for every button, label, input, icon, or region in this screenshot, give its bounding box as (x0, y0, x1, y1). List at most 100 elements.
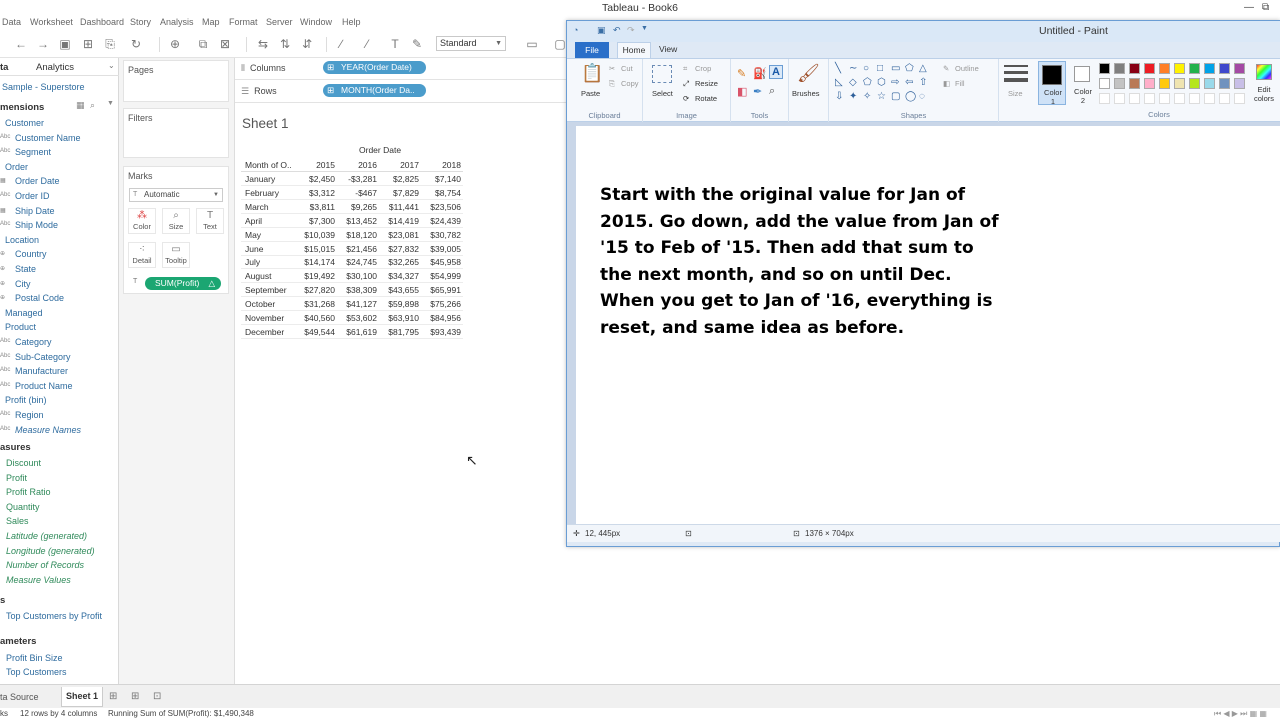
undo-icon[interactable]: ← (14, 37, 28, 51)
dimension-field[interactable]: Region (15, 410, 44, 420)
worksheet-view[interactable]: Sheet 1 Order Date Month of O.. 2015 201… (235, 105, 567, 684)
save-icon[interactable]: ▣ (597, 25, 606, 36)
month-label[interactable]: June (245, 244, 263, 254)
search-icon[interactable]: ⌕ (90, 100, 95, 111)
palette-swatch-empty[interactable] (1129, 93, 1140, 104)
month-label[interactable]: September (245, 285, 287, 295)
table-cell[interactable]: $31,268 (293, 299, 335, 309)
dimension-field[interactable]: Manufacturer (15, 366, 68, 376)
table-cell[interactable]: $7,140 (419, 174, 461, 184)
paint-window[interactable]: ◔ ▣ ↶ ↷ ▼ Untitled - Paint File Home Vie… (566, 20, 1280, 547)
table-cell[interactable]: $19,492 (293, 271, 335, 281)
palette-swatch[interactable] (1099, 63, 1110, 74)
table-cell[interactable]: $49,544 (293, 327, 335, 337)
measure-field[interactable]: Measure Values (6, 575, 71, 585)
parameter-item[interactable]: Profit Bin Size (6, 653, 63, 663)
crop-button[interactable]: Crop (695, 64, 711, 73)
table-cell[interactable]: $2,825 (377, 174, 419, 184)
palette-swatch[interactable] (1219, 78, 1230, 89)
table-cell[interactable]: $24,439 (419, 216, 461, 226)
menu-window[interactable]: Window (300, 17, 332, 27)
palette-swatch[interactable] (1144, 63, 1155, 74)
palette-swatch[interactable] (1189, 63, 1200, 74)
palette-swatch-empty[interactable] (1219, 93, 1230, 104)
rotate-button[interactable]: Rotate (695, 94, 717, 103)
tab-view[interactable]: View (659, 44, 677, 54)
menu-story[interactable]: Story (130, 17, 151, 27)
filters-shelf[interactable]: Filters (123, 108, 229, 158)
brushes-button[interactable]: Brushes (792, 89, 820, 98)
table-cell[interactable]: $30,100 (335, 271, 377, 281)
tab-file[interactable]: File (575, 42, 609, 58)
shape-option-icon[interactable]: ◯ (905, 91, 916, 102)
pause-updates-icon[interactable]: ⎘ (103, 37, 117, 51)
month-label[interactable]: April (245, 216, 262, 226)
palette-swatch[interactable] (1159, 78, 1170, 89)
resize-button[interactable]: Resize (695, 79, 718, 88)
month-label[interactable]: May (245, 230, 261, 240)
palette-swatch-empty[interactable] (1234, 93, 1245, 104)
fill-button[interactable]: Fill (955, 79, 965, 88)
shape-option-icon[interactable]: ▭ (891, 63, 900, 74)
cut-icon[interactable]: ✂ (609, 64, 615, 73)
shape-option-icon[interactable]: □ (877, 63, 883, 74)
palette-swatch[interactable] (1099, 78, 1110, 89)
table-cell[interactable]: $9,265 (335, 202, 377, 212)
copy-icon[interactable]: ⎘ (609, 79, 615, 89)
table-cell[interactable]: $75,266 (419, 299, 461, 309)
restore-button[interactable]: ⧉ (1262, 0, 1269, 16)
shape-option-icon[interactable]: ⇨ (891, 77, 899, 88)
shape-option-icon[interactable]: ⬡ (877, 77, 886, 88)
highlight-icon[interactable]: ∕ (334, 37, 348, 51)
shape-option-icon[interactable]: ◺ (835, 77, 843, 88)
tab-analytics[interactable]: Analytics (36, 62, 74, 73)
paint-app-icon[interactable]: ◔ (573, 25, 578, 35)
sort-ascending-icon[interactable]: ⇅ (278, 37, 292, 51)
menu-format[interactable]: Format (229, 17, 258, 27)
dimension-field[interactable]: Profit (bin) (5, 395, 47, 405)
table-cell[interactable]: $65,991 (419, 285, 461, 295)
table-cell[interactable]: $14,419 (377, 216, 419, 226)
table-cell[interactable]: $45,958 (419, 257, 461, 267)
palette-swatch[interactable] (1174, 78, 1185, 89)
measure-field[interactable]: Quantity (6, 502, 40, 512)
shape-option-icon[interactable]: ◌ (919, 91, 925, 102)
palette-swatch[interactable] (1129, 78, 1140, 89)
table-cell[interactable]: $14,174 (293, 257, 335, 267)
new-data-source-icon[interactable]: ⊞ (81, 37, 95, 51)
new-story-icon[interactable]: ⊡ (153, 691, 161, 702)
table-cell[interactable]: $59,898 (377, 299, 419, 309)
show-cards-icon[interactable]: ▭ (525, 37, 539, 51)
copy-button[interactable]: Copy (621, 79, 639, 88)
dimension-field[interactable]: Category (15, 337, 52, 347)
table-cell[interactable]: $8,754 (419, 188, 461, 198)
month-label[interactable]: July (245, 257, 260, 267)
table-cell[interactable]: $40,560 (293, 313, 335, 323)
group-icon[interactable]: ⁄ (360, 37, 374, 51)
dimension-field[interactable]: Measure Names (15, 425, 81, 435)
chevron-down-icon[interactable]: ▼ (641, 25, 648, 32)
table-cell[interactable]: $3,811 (293, 202, 335, 212)
palette-swatch[interactable] (1204, 78, 1215, 89)
palette-swatch[interactable] (1114, 63, 1125, 74)
table-cell[interactable]: $84,956 (419, 313, 461, 323)
shape-option-icon[interactable]: ○ (863, 63, 869, 74)
chevron-down-icon[interactable]: ▼ (107, 100, 114, 107)
rotate-icon[interactable]: ⟳ (683, 94, 689, 103)
dimension-field[interactable]: Order Date (15, 176, 60, 186)
tab-home[interactable]: Home (617, 42, 651, 58)
menu-help[interactable]: Help (342, 17, 361, 27)
magnifier-icon[interactable]: ⌕ (769, 85, 775, 98)
dimension-field[interactable]: Sub-Category (15, 352, 71, 362)
row-header-month[interactable]: Month of O.. (245, 160, 292, 170)
fit-dropdown[interactable]: Standard ▼ (436, 36, 506, 51)
select-icon[interactable] (652, 65, 672, 83)
palette-swatch[interactable] (1234, 78, 1245, 89)
palette-swatch[interactable] (1129, 63, 1140, 74)
table-cell[interactable]: $30,782 (419, 230, 461, 240)
month-label[interactable]: December (245, 327, 284, 337)
year-header[interactable]: 2015 (293, 160, 335, 170)
crop-icon[interactable]: ⌗ (683, 64, 687, 74)
palette-swatch[interactable] (1144, 78, 1155, 89)
presentation-icon[interactable]: ▢ (553, 37, 567, 51)
